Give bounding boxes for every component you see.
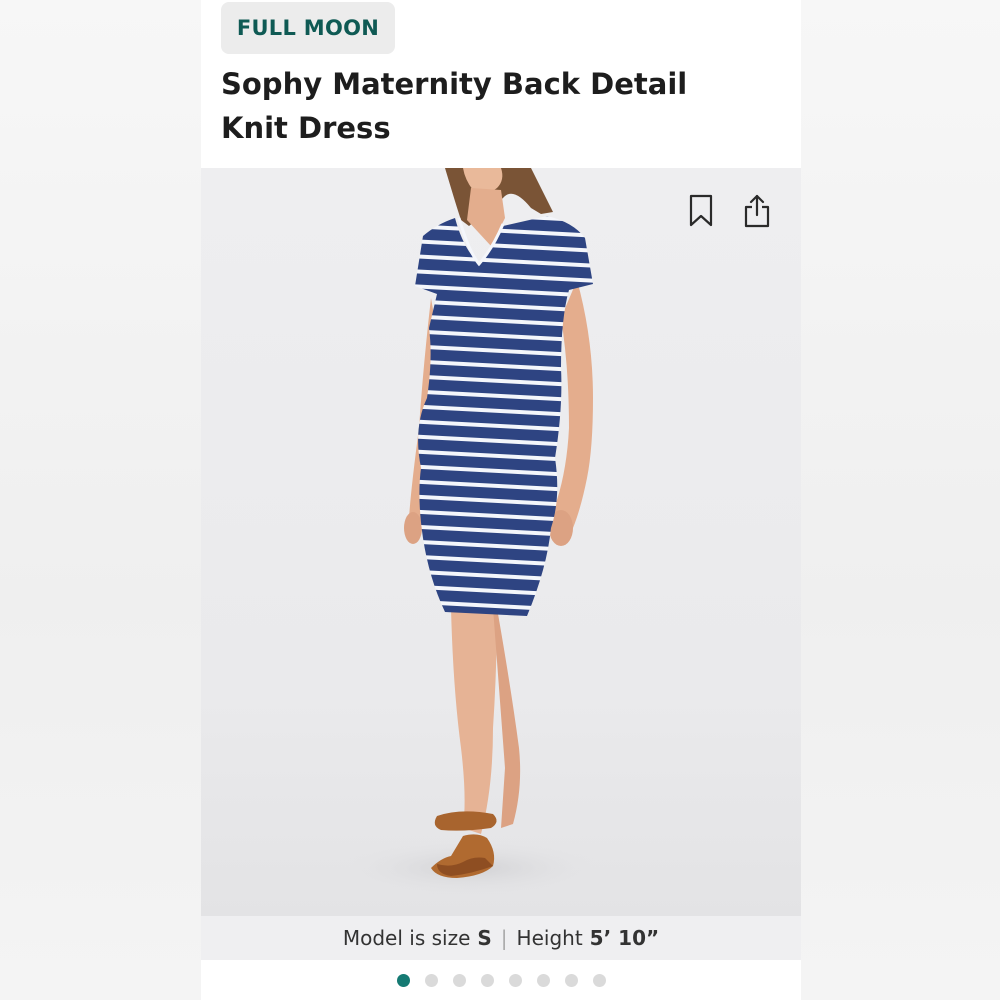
product-title: Sophy Maternity Back Detail Knit Dress bbox=[221, 67, 688, 145]
carousel-dot[interactable] bbox=[564, 973, 578, 987]
carousel-dot[interactable] bbox=[592, 973, 606, 987]
carousel-dot[interactable] bbox=[452, 973, 466, 987]
model-size-value: S bbox=[477, 926, 492, 950]
product-photo bbox=[331, 168, 611, 898]
model-height-label: Height bbox=[516, 926, 583, 950]
backdrop-left bbox=[0, 0, 201, 1000]
caption-divider: | bbox=[500, 926, 508, 950]
carousel-dot[interactable] bbox=[536, 973, 550, 987]
model-height-value: 5’ 10” bbox=[589, 926, 660, 950]
model-info-caption: Model is size S | Height 5’ 10” bbox=[201, 916, 801, 960]
model-size-label: Model is size bbox=[342, 926, 471, 950]
bookmark-icon bbox=[689, 194, 713, 227]
product-card: FULL MOON Sophy Maternity Back Detail Kn… bbox=[201, 0, 801, 1000]
product-image[interactable] bbox=[201, 168, 801, 916]
carousel-dots bbox=[201, 970, 801, 990]
bookmark-button[interactable] bbox=[685, 193, 717, 229]
carousel-dot[interactable] bbox=[480, 973, 494, 987]
backdrop-right bbox=[801, 0, 1000, 1000]
carousel-dot[interactable] bbox=[396, 973, 410, 987]
share-button[interactable] bbox=[741, 193, 773, 229]
brand-chip[interactable]: FULL MOON bbox=[221, 2, 395, 54]
carousel-dot[interactable] bbox=[424, 973, 438, 987]
carousel-dot[interactable] bbox=[508, 973, 522, 987]
share-icon bbox=[744, 194, 770, 228]
